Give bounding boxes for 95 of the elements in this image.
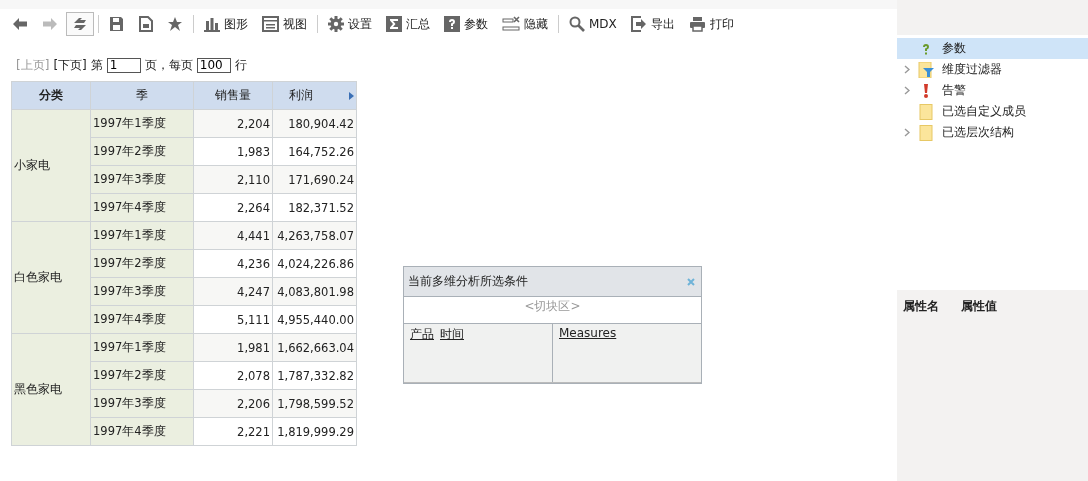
exclamation-icon (923, 82, 929, 99)
table-cell: 4,441 (193, 221, 273, 250)
quarter-cell: 1997年1季度 (90, 109, 194, 138)
toolbar-button[interactable]: 汇总 (380, 12, 436, 36)
forward-arrow-icon (42, 17, 58, 31)
tree-item[interactable]: 参数 (897, 38, 1088, 59)
table-cell: 2,206 (193, 389, 273, 418)
toolbar-button[interactable]: 图形 (198, 12, 254, 36)
table-cell: 2,078 (193, 361, 273, 390)
quarter-cell: 1997年1季度 (90, 221, 194, 250)
expand-chevron-icon[interactable] (904, 65, 910, 74)
page-label: 第 (90, 56, 103, 74)
table-cell: 4,955,440.00 (272, 305, 357, 334)
quarter-cell: 1997年2季度 (90, 249, 194, 278)
page-number-field[interactable]: 1 (106, 57, 141, 73)
table-cell: 1,981 (193, 333, 273, 362)
column-header: 分类 (11, 81, 91, 110)
category-cell: 小家电 (11, 109, 91, 222)
dialog-title: 当前多维分析所选条件 (408, 273, 528, 290)
save-icon (109, 16, 124, 32)
table-cell: 4,024,226.86 (272, 249, 357, 278)
table-cell: 1,819,999.29 (272, 417, 357, 446)
table-cell: 4,247 (193, 277, 273, 306)
next-page-link[interactable]: [下页] (53, 56, 87, 74)
table-cell: 2,110 (193, 165, 273, 194)
quarter-cell: 1997年4季度 (90, 417, 194, 446)
table-cell: 1,662,663.04 (272, 333, 357, 362)
column-header: 销售量 (193, 81, 273, 110)
table-cell: 4,236 (193, 249, 273, 278)
quarter-cell: 1997年2季度 (90, 361, 194, 390)
category-cell: 白色家电 (11, 221, 91, 334)
table-cell: 1,983 (193, 137, 273, 166)
property-column-header: 属性值 (961, 298, 997, 315)
table-cell: 180,904.42 (272, 109, 357, 138)
dimension-link[interactable]: Measures (559, 326, 617, 340)
folder-icon (919, 124, 933, 141)
quarter-cell: 1997年3季度 (90, 389, 194, 418)
expand-chevron-icon[interactable] (904, 86, 910, 95)
slicer-zone-label: <切块区> (524, 299, 581, 313)
sigma-icon (386, 16, 402, 32)
question-icon (444, 16, 460, 32)
refresh-icon (72, 16, 88, 32)
dimension-link[interactable]: 产品 (410, 326, 434, 343)
table-cell: 2,264 (193, 193, 273, 222)
table-cell: 1,798,599.52 (272, 389, 357, 418)
table-cell: 4,083,801.98 (272, 277, 357, 306)
quarter-cell: 1997年3季度 (90, 165, 194, 194)
toolbar-icon-button[interactable] (66, 12, 94, 36)
rows-label: 行 (234, 56, 247, 74)
layout-icon (262, 16, 279, 32)
category-cell: 黑色家电 (11, 333, 91, 446)
toolbar-button[interactable]: MDX (563, 12, 623, 36)
toolbar-button[interactable]: 打印 (682, 12, 740, 36)
toolbar-button[interactable]: 视图 (256, 12, 313, 36)
table-cell: 2,221 (193, 417, 273, 446)
table-cell: 171,690.24 (272, 165, 357, 194)
quarter-cell: 1997年4季度 (90, 193, 194, 222)
document-icon (138, 16, 153, 32)
export-icon (630, 16, 647, 32)
question-mark-icon (922, 42, 930, 55)
printer-icon (688, 16, 706, 32)
back-arrow-icon (12, 17, 28, 31)
table-cell: 164,752.26 (272, 137, 357, 166)
tree-item[interactable]: 维度过滤器 (897, 59, 1088, 80)
toolbar-button[interactable]: 设置 (322, 12, 378, 36)
table-cell: 4,263,758.07 (272, 221, 357, 250)
quarter-cell: 1997年2季度 (90, 137, 194, 166)
expand-chevron-icon[interactable] (904, 128, 910, 137)
property-column-header: 属性名 (903, 298, 939, 315)
settings-icon (328, 16, 344, 32)
table-cell: 182,371.52 (272, 193, 357, 222)
quarter-cell: 1997年1季度 (90, 333, 194, 362)
star-icon (167, 16, 183, 32)
toolbar-button[interactable]: 参数 (438, 12, 494, 36)
hide-columns-icon (502, 16, 520, 32)
column-header: 利润 (272, 81, 357, 110)
tree-item[interactable]: 告警 (897, 80, 1088, 101)
page-size-field[interactable]: 100 (196, 57, 231, 73)
expand-arrow-icon (349, 91, 354, 100)
quarter-cell: 1997年4季度 (90, 305, 194, 334)
page-size-label: 页，每页 (144, 56, 193, 74)
search-icon (569, 16, 585, 32)
dimension-link[interactable]: 时间 (440, 326, 464, 343)
quarter-cell: 1997年3季度 (90, 277, 194, 306)
toolbar-button[interactable]: 导出 (624, 12, 681, 36)
table-cell: 5,111 (193, 305, 273, 334)
table-cell: 2,204 (193, 109, 273, 138)
tree-item[interactable]: 已选自定义成员 (897, 101, 1088, 122)
toolbar-button[interactable]: 隐藏 (496, 12, 554, 36)
tree-item[interactable]: 已选层次结构 (897, 122, 1088, 143)
bar-chart-icon (204, 16, 220, 32)
column-header: 季 (90, 81, 194, 110)
folder-filter-icon (918, 61, 934, 78)
table-cell: 1,787,332.82 (272, 361, 357, 390)
folder-icon (919, 103, 933, 120)
